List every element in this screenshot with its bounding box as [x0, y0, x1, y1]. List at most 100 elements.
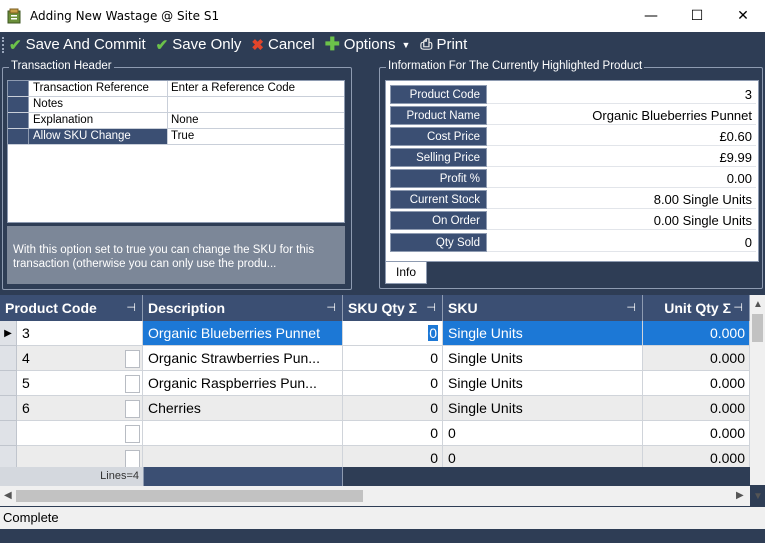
minimize-button[interactable]: —: [628, 0, 674, 32]
maximize-icon: ☐: [690, 8, 704, 24]
row-checkbox[interactable]: [125, 450, 140, 467]
save-commit-button[interactable]: ✔ Save And Commit: [9, 36, 146, 54]
cell-description[interactable]: Organic Strawberries Pun...: [143, 346, 343, 371]
notes-value[interactable]: [168, 97, 344, 112]
cell-sku-qty[interactable]: 0: [343, 421, 443, 446]
window-title: Adding New Wastage @ Site S1: [30, 9, 220, 23]
info-row-profit: Profit % 0.00: [390, 169, 756, 188]
property-name: Transaction Reference: [29, 81, 168, 96]
row-checkbox[interactable]: [125, 375, 140, 393]
row-checkbox[interactable]: [125, 400, 140, 418]
print-button[interactable]: ⎙ Print: [420, 36, 467, 53]
cancel-button[interactable]: ✖ Cancel: [251, 36, 314, 54]
close-icon: ✕: [737, 8, 749, 24]
status-bar: Complete: [0, 507, 765, 529]
scroll-right-icon[interactable]: ▶: [736, 490, 744, 501]
column-header-sku-qty[interactable]: SKU Qty Σ ⊣: [343, 295, 443, 321]
header-label: SKU Qty Σ: [348, 300, 418, 316]
cell-unit-qty[interactable]: 0.000: [643, 446, 750, 467]
cell-unit-qty[interactable]: 0.000: [643, 396, 750, 421]
property-row-allow-sku-change[interactable]: Allow SKU Change True: [8, 129, 344, 145]
explanation-value[interactable]: None: [168, 113, 344, 128]
vertical-scrollbar[interactable]: ▲: [750, 295, 765, 485]
info-label: Qty Sold: [390, 233, 487, 252]
toolbar: ✔ Save And Commit ✔ Save Only ✖ Cancel ✚…: [0, 32, 765, 57]
scroll-up-icon[interactable]: ▲: [753, 299, 763, 310]
info-value: Organic Blueberries Punnet: [487, 106, 756, 125]
table-row[interactable]: 5 Organic Raspberries Pun... 0 Single Un…: [0, 371, 750, 396]
info-label: Current Stock: [390, 190, 487, 209]
cell-unit-qty[interactable]: 0.000: [643, 346, 750, 371]
scroll-left-icon[interactable]: ◀: [4, 490, 12, 501]
column-header-description[interactable]: Description ⊣: [143, 295, 343, 321]
column-header-unit-qty[interactable]: Unit Qty Σ ⊣: [643, 295, 750, 321]
scroll-thumb[interactable]: [752, 314, 763, 342]
maximize-button[interactable]: ☐: [674, 0, 720, 32]
app-icon: [6, 8, 22, 24]
reference-value[interactable]: Enter a Reference Code: [168, 81, 344, 96]
info-label: Product Code: [390, 85, 487, 104]
row-selector[interactable]: [0, 446, 17, 467]
cell-sku-qty[interactable]: 0: [343, 396, 443, 421]
cell-sku[interactable]: 0: [443, 421, 643, 446]
scroll-thumb[interactable]: [16, 490, 363, 502]
table-row[interactable]: 4 Organic Strawberries Pun... 0 Single U…: [0, 346, 750, 371]
header-label: Product Code: [5, 300, 97, 316]
plus-icon: ✚: [324, 34, 340, 54]
row-selector[interactable]: [0, 421, 17, 446]
row-selector[interactable]: [0, 371, 17, 396]
property-row-reference[interactable]: Transaction Reference Enter a Reference …: [8, 81, 344, 97]
table-row[interactable]: ▶ 3 Organic Blueberries Punnet 0 Single …: [0, 321, 750, 346]
table-row[interactable]: 0 0 0.000: [0, 446, 750, 467]
cell-product-code[interactable]: 3: [17, 321, 143, 346]
cell-sku-qty[interactable]: 0: [343, 346, 443, 371]
table-row[interactable]: 0 0 0.000: [0, 421, 750, 446]
pin-icon[interactable]: ⊣: [626, 295, 636, 321]
cell-sku[interactable]: Single Units: [443, 346, 643, 371]
row-selector-icon[interactable]: ▶: [0, 321, 17, 346]
table-row[interactable]: 6 Cherries 0 Single Units 0.000: [0, 396, 750, 421]
sku-qty-editor[interactable]: 0: [428, 325, 438, 341]
cell-unit-qty[interactable]: 0.000: [643, 421, 750, 446]
row-checkbox[interactable]: [125, 425, 140, 443]
info-row-on-order: On Order 0.00 Single Units: [390, 211, 756, 230]
cell-description[interactable]: Organic Raspberries Pun...: [143, 371, 343, 396]
cell-sku-qty[interactable]: 0: [343, 321, 443, 346]
pin-icon[interactable]: ⊣: [733, 295, 743, 321]
column-header-product-code[interactable]: Product Code ⊣: [0, 295, 143, 321]
column-header-sku[interactable]: SKU ⊣: [443, 295, 643, 321]
cell-description[interactable]: [143, 421, 343, 446]
close-button[interactable]: ✕: [720, 0, 765, 32]
cell-unit-qty[interactable]: 0.000: [643, 371, 750, 396]
tab-info[interactable]: Info: [385, 262, 427, 284]
options-label: Options: [343, 36, 396, 53]
cell-description[interactable]: Cherries: [143, 396, 343, 421]
info-label: Profit %: [390, 169, 487, 188]
cell-sku[interactable]: Single Units: [443, 321, 643, 346]
info-row-cost-price: Cost Price £0.60: [390, 127, 756, 146]
cell-sku[interactable]: Single Units: [443, 396, 643, 421]
cell-unit-qty[interactable]: 0.000: [643, 321, 750, 346]
cell-description[interactable]: Organic Blueberries Punnet: [143, 321, 343, 346]
toolbar-grip[interactable]: [2, 36, 5, 53]
pin-icon[interactable]: ⊣: [426, 295, 436, 321]
cell-sku[interactable]: 0: [443, 446, 643, 467]
scroll-down-icon[interactable]: ▼: [753, 491, 763, 502]
info-value: 0: [487, 233, 756, 252]
cell-description[interactable]: [143, 446, 343, 467]
pin-icon[interactable]: ⊣: [126, 295, 136, 321]
row-gutter: [8, 97, 29, 112]
options-button[interactable]: ✚ Options ▼: [325, 34, 411, 55]
cell-sku-qty[interactable]: 0: [343, 371, 443, 396]
row-selector[interactable]: [0, 346, 17, 371]
row-selector[interactable]: [0, 396, 17, 421]
property-row-explanation[interactable]: Explanation None: [8, 113, 344, 129]
cell-sku-qty[interactable]: 0: [343, 446, 443, 467]
allow-sku-change-value[interactable]: True: [168, 129, 344, 144]
horizontal-scrollbar[interactable]: ◀ ▶: [0, 486, 750, 506]
property-row-notes[interactable]: Notes: [8, 97, 344, 113]
row-checkbox[interactable]: [125, 350, 140, 368]
save-only-button[interactable]: ✔ Save Only: [156, 36, 242, 54]
pin-icon[interactable]: ⊣: [326, 295, 336, 321]
cell-sku[interactable]: Single Units: [443, 371, 643, 396]
